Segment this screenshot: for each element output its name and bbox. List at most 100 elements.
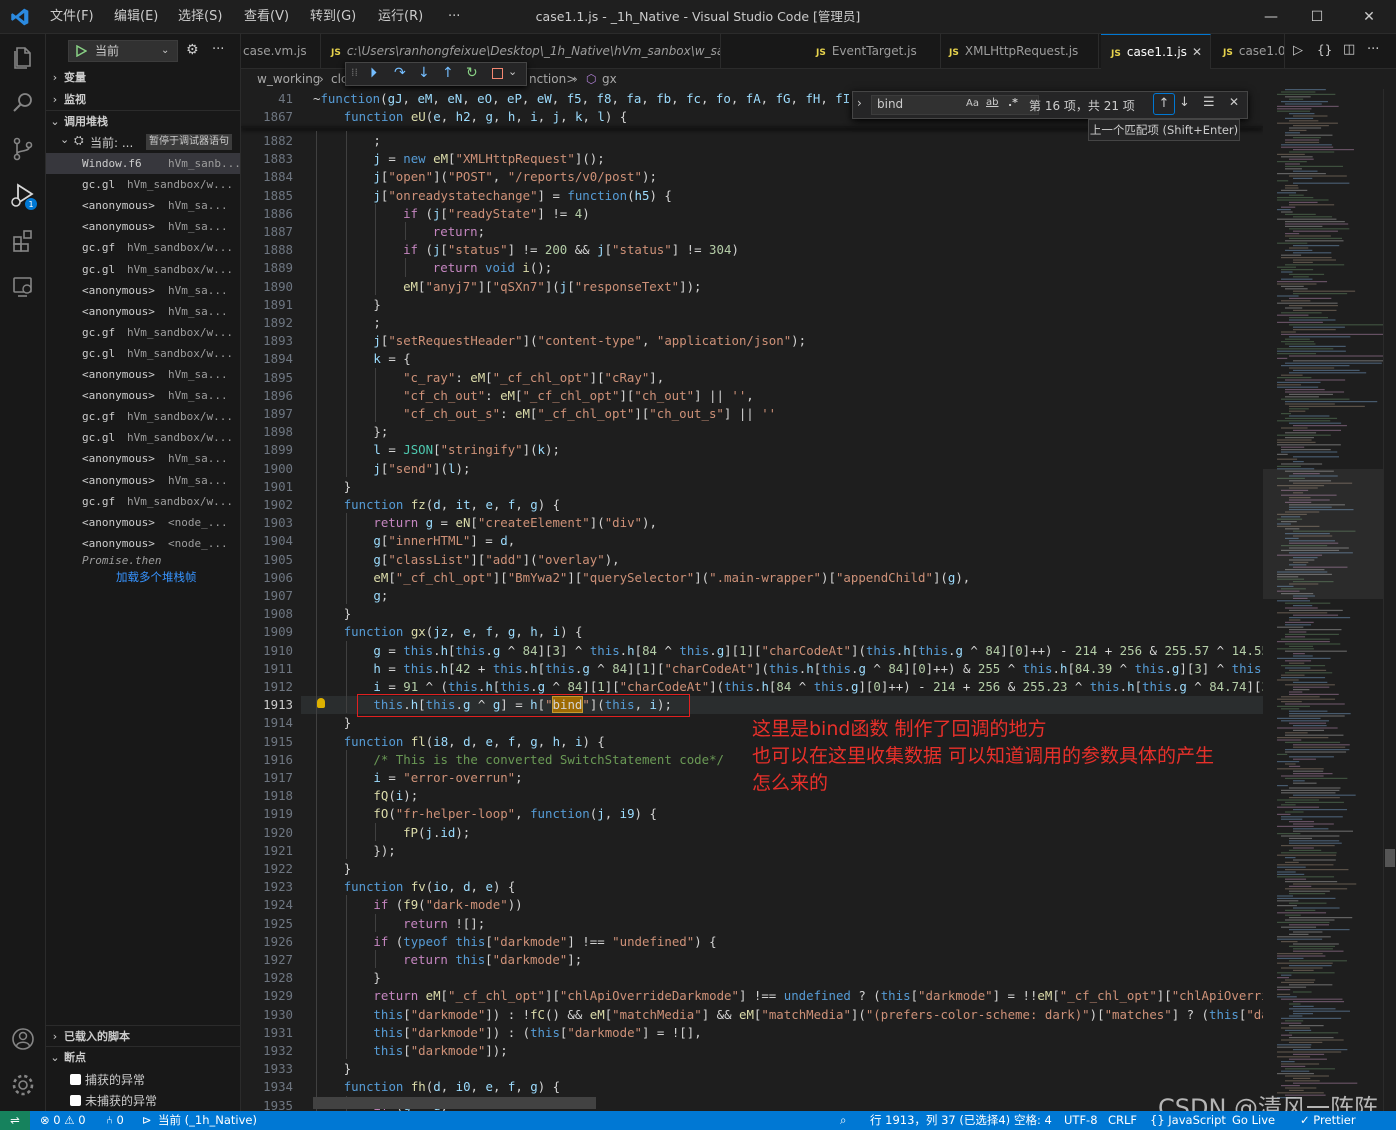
section-loaded-scripts[interactable]: › 已载入的脚本: [46, 1025, 240, 1047]
call-stack-frame[interactable]: Window.f6 hVm_sanb...: [46, 153, 240, 174]
maximize-button[interactable]: ☐: [1294, 0, 1340, 34]
extensions-icon[interactable]: [6, 224, 40, 258]
menu-file[interactable]: 文件(F): [50, 0, 94, 34]
call-stack-frame[interactable]: <anonymous> hVm_sa...: [46, 364, 240, 385]
breadcrumb-folder[interactable]: w_working: [257, 69, 320, 89]
section-callstack[interactable]: ⌄ 调用堆栈: [46, 110, 240, 132]
minimize-button[interactable]: —: [1248, 0, 1294, 34]
call-stack-frame[interactable]: gc.gf hVm_sandbox/w...: [46, 491, 240, 512]
source-control-icon[interactable]: [6, 132, 40, 166]
step-out-icon[interactable]: ↑: [442, 65, 454, 81]
call-stack-frame[interactable]: <anonymous> hVm_sa...: [46, 470, 240, 491]
minimap-line: [1285, 636, 1306, 638]
tab-case-vm[interactable]: case.vm.js: [241, 34, 321, 69]
stop-icon[interactable]: [492, 68, 503, 79]
load-more-frames-link[interactable]: 加载多个堆栈帧: [116, 569, 197, 585]
ports-status[interactable]: ⑃ 0: [106, 1111, 124, 1130]
search-icon[interactable]: [6, 86, 40, 120]
close-tab-icon[interactable]: ✕: [1192, 35, 1202, 69]
find-in-selection-icon[interactable]: ☰: [1203, 95, 1215, 110]
section-breakpoints[interactable]: ⌄ 断点: [46, 1046, 240, 1068]
run-file-icon[interactable]: ▷: [1293, 43, 1303, 58]
thread-item[interactable]: ⌄ ⛭ 当前: ... 暂停于调试器语句: [46, 131, 240, 153]
menu-view[interactable]: 查看(V): [244, 0, 289, 34]
call-stack-frame[interactable]: <anonymous> hVm_sa...: [46, 195, 240, 216]
call-stack-frame[interactable]: <anonymous> hVm_sa...: [46, 280, 240, 301]
remote-explorer-icon[interactable]: [6, 270, 40, 304]
close-find-icon[interactable]: ✕: [1229, 95, 1239, 109]
call-stack-frame[interactable]: gc.gl hVm_sandbox/w...: [46, 427, 240, 448]
horizontal-scrollbar-thumb[interactable]: [313, 1097, 596, 1109]
bp-caught-checkbox[interactable]: [70, 1074, 81, 1085]
call-stack-frame[interactable]: <anonymous> <node_...: [46, 533, 240, 554]
braces-icon[interactable]: {}: [1317, 43, 1332, 57]
chevron-right-icon[interactable]: ›: [857, 96, 862, 110]
svg-text:1: 1: [28, 200, 33, 209]
language-mode-status[interactable]: {} JavaScript: [1150, 1111, 1226, 1130]
call-stack-frame[interactable]: gc.gl hVm_sandbox/w...: [46, 174, 240, 195]
gear-icon[interactable]: ⚙: [186, 42, 199, 58]
run-config-dropdown[interactable]: 当前 ⌄: [68, 40, 178, 62]
call-stack-frame[interactable]: <anonymous> hVm_sa...: [46, 385, 240, 406]
call-stack-frame[interactable]: <anonymous> hVm_sa...: [46, 448, 240, 469]
remote-icon[interactable]: ⇌: [0, 1111, 30, 1130]
menu-go[interactable]: 转到(G): [310, 0, 356, 34]
split-editor-icon[interactable]: ◫: [1343, 42, 1355, 57]
menu-run[interactable]: 运行(R): [378, 0, 423, 34]
call-stack-frame[interactable]: <anonymous> <node_...: [46, 512, 240, 533]
minimap[interactable]: [1263, 89, 1391, 1111]
restart-icon[interactable]: ↻: [466, 65, 478, 81]
call-stack-frame[interactable]: gc.gf hVm_sandbox/w...: [46, 406, 240, 427]
cursor-position-status[interactable]: 行 1913，列 37 (已选择4): [870, 1111, 1010, 1130]
debug-session-status[interactable]: 当前 (_1h_Native): [158, 1111, 257, 1130]
scrollbar-thumb[interactable]: [1385, 849, 1395, 867]
whole-word-toggle[interactable]: ab: [986, 97, 998, 108]
tab-eventtarget[interactable]: JS EventTarget.js: [806, 34, 941, 69]
breadcrumb-symbol[interactable]: gx: [602, 69, 617, 89]
tab-case1-1[interactable]: JS case1.1.js ✕: [1101, 34, 1211, 69]
section-variables[interactable]: › 变量: [46, 67, 240, 89]
call-stack-frame[interactable]: gc.gf hVm_sandbox/w...: [46, 322, 240, 343]
menu-edit[interactable]: 编辑(E): [114, 0, 158, 34]
go-live-status[interactable]: Go Live: [1232, 1111, 1275, 1130]
call-stack-frame[interactable]: <anonymous> hVm_sa...: [46, 216, 240, 237]
account-icon[interactable]: [6, 1022, 40, 1056]
chevron-down-icon[interactable]: ⌄: [508, 65, 517, 78]
indentation-status[interactable]: 空格: 4: [1014, 1111, 1052, 1130]
tab-case1-0[interactable]: JS case1.0.: [1213, 34, 1285, 69]
settings-gear-icon[interactable]: [6, 1068, 40, 1102]
minimap-viewport[interactable]: [1263, 469, 1383, 599]
more-actions-icon[interactable]: ···: [1367, 42, 1379, 57]
drag-handle-icon[interactable]: ⁞⁞: [351, 66, 358, 79]
vertical-scrollbar[interactable]: [1383, 89, 1396, 1111]
call-stack-frame[interactable]: gc.gl hVm_sandbox/w...: [46, 259, 240, 280]
find-input[interactable]: bind Aa ab .*: [871, 95, 1039, 115]
start-debugging-icon[interactable]: [75, 45, 87, 57]
regex-toggle[interactable]: .*: [1008, 96, 1018, 109]
problems-status[interactable]: ⊗ 0 ⚠ 0: [40, 1111, 86, 1130]
call-stack-frame[interactable]: <anonymous> hVm_sa...: [46, 301, 240, 322]
step-into-icon[interactable]: ↓: [418, 65, 430, 81]
run-and-debug-icon[interactable]: 1: [6, 178, 40, 212]
close-window-button[interactable]: ✕: [1346, 0, 1392, 34]
section-watch[interactable]: › 监视: [46, 89, 240, 111]
call-stack-frame[interactable]: gc.gl hVm_sandbox/w...: [46, 343, 240, 364]
step-over-icon[interactable]: ↷: [394, 65, 406, 81]
match-case-toggle[interactable]: Aa: [966, 98, 979, 109]
explorer-icon[interactable]: [6, 40, 40, 74]
call-stack-frame[interactable]: gc.gf hVm_sandbox/w...: [46, 237, 240, 258]
bp-uncaught-checkbox[interactable]: [70, 1095, 81, 1106]
encoding-status[interactable]: UTF-8: [1064, 1111, 1098, 1130]
breadcrumb-function[interactable]: nction>: [529, 69, 576, 89]
code-editor[interactable]: 41 ~function(gJ, eM, eN, eO, eP, eW, f5, …: [241, 89, 1263, 1111]
previous-match-icon[interactable]: ↑: [1153, 93, 1175, 115]
continue-icon[interactable]: ⏵: [370, 65, 377, 81]
prettier-status[interactable]: ✓ Prettier: [1300, 1111, 1356, 1130]
lightbulb-icon[interactable]: [317, 698, 325, 709]
zoom-icon[interactable]: ⌕: [840, 1111, 846, 1130]
more-actions-icon[interactable]: ···: [212, 42, 224, 57]
eol-status[interactable]: CRLF: [1108, 1111, 1137, 1130]
next-match-icon[interactable]: ↓: [1179, 95, 1190, 110]
menu-selection[interactable]: 选择(S): [178, 0, 222, 34]
tab-xmlhttprequest[interactable]: JS XMLHttpRequest.js: [939, 34, 1099, 69]
